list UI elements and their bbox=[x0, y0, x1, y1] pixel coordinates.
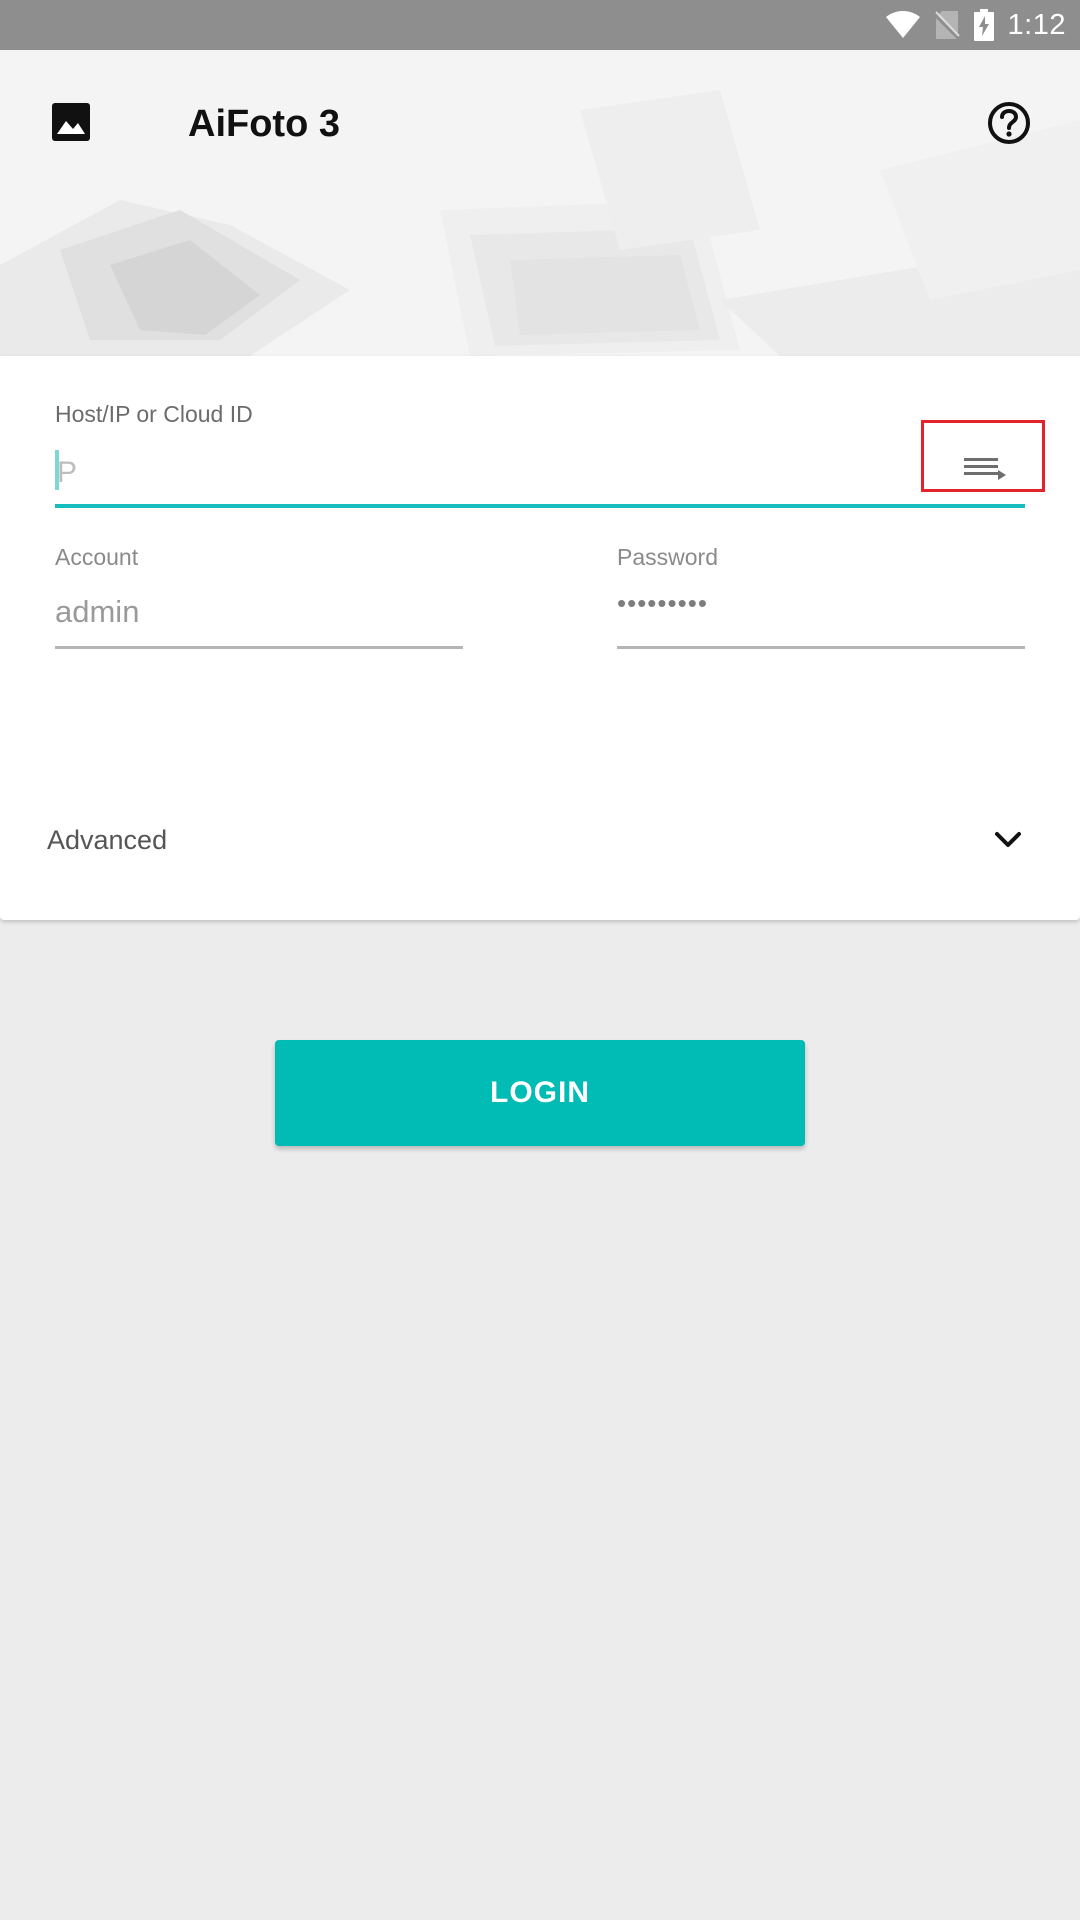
account-value: admin bbox=[55, 594, 140, 629]
password-label: Password bbox=[617, 544, 718, 570]
host-field[interactable] bbox=[55, 442, 1025, 508]
host-history-button[interactable] bbox=[921, 420, 1045, 492]
status-icons: 1:12 bbox=[885, 0, 1066, 50]
status-bar: 1:12 bbox=[0, 0, 1080, 50]
image-icon bbox=[52, 103, 90, 141]
login-button[interactable]: LOGIN bbox=[275, 1040, 805, 1146]
chevron-down-icon[interactable] bbox=[993, 828, 1023, 852]
no-sim-icon bbox=[933, 11, 960, 40]
host-input[interactable] bbox=[55, 442, 917, 504]
battery-charging-icon bbox=[973, 9, 994, 41]
app-header: AiFoto 3 bbox=[0, 50, 1080, 356]
status-time: 1:12 bbox=[1007, 8, 1066, 41]
history-list-icon bbox=[964, 458, 1006, 480]
password-value: ••••••••• bbox=[617, 588, 708, 618]
help-circle-icon[interactable] bbox=[984, 98, 1034, 148]
app-title: AiFoto 3 bbox=[188, 103, 340, 145]
advanced-label: Advanced bbox=[47, 825, 168, 855]
wifi-icon bbox=[885, 11, 920, 38]
host-field-label: Host/IP or Cloud ID bbox=[55, 401, 253, 427]
account-field[interactable]: admin bbox=[55, 586, 463, 649]
password-field[interactable]: ••••••••• bbox=[617, 586, 1025, 649]
header-background-image bbox=[0, 50, 1080, 356]
account-label: Account bbox=[55, 544, 139, 570]
